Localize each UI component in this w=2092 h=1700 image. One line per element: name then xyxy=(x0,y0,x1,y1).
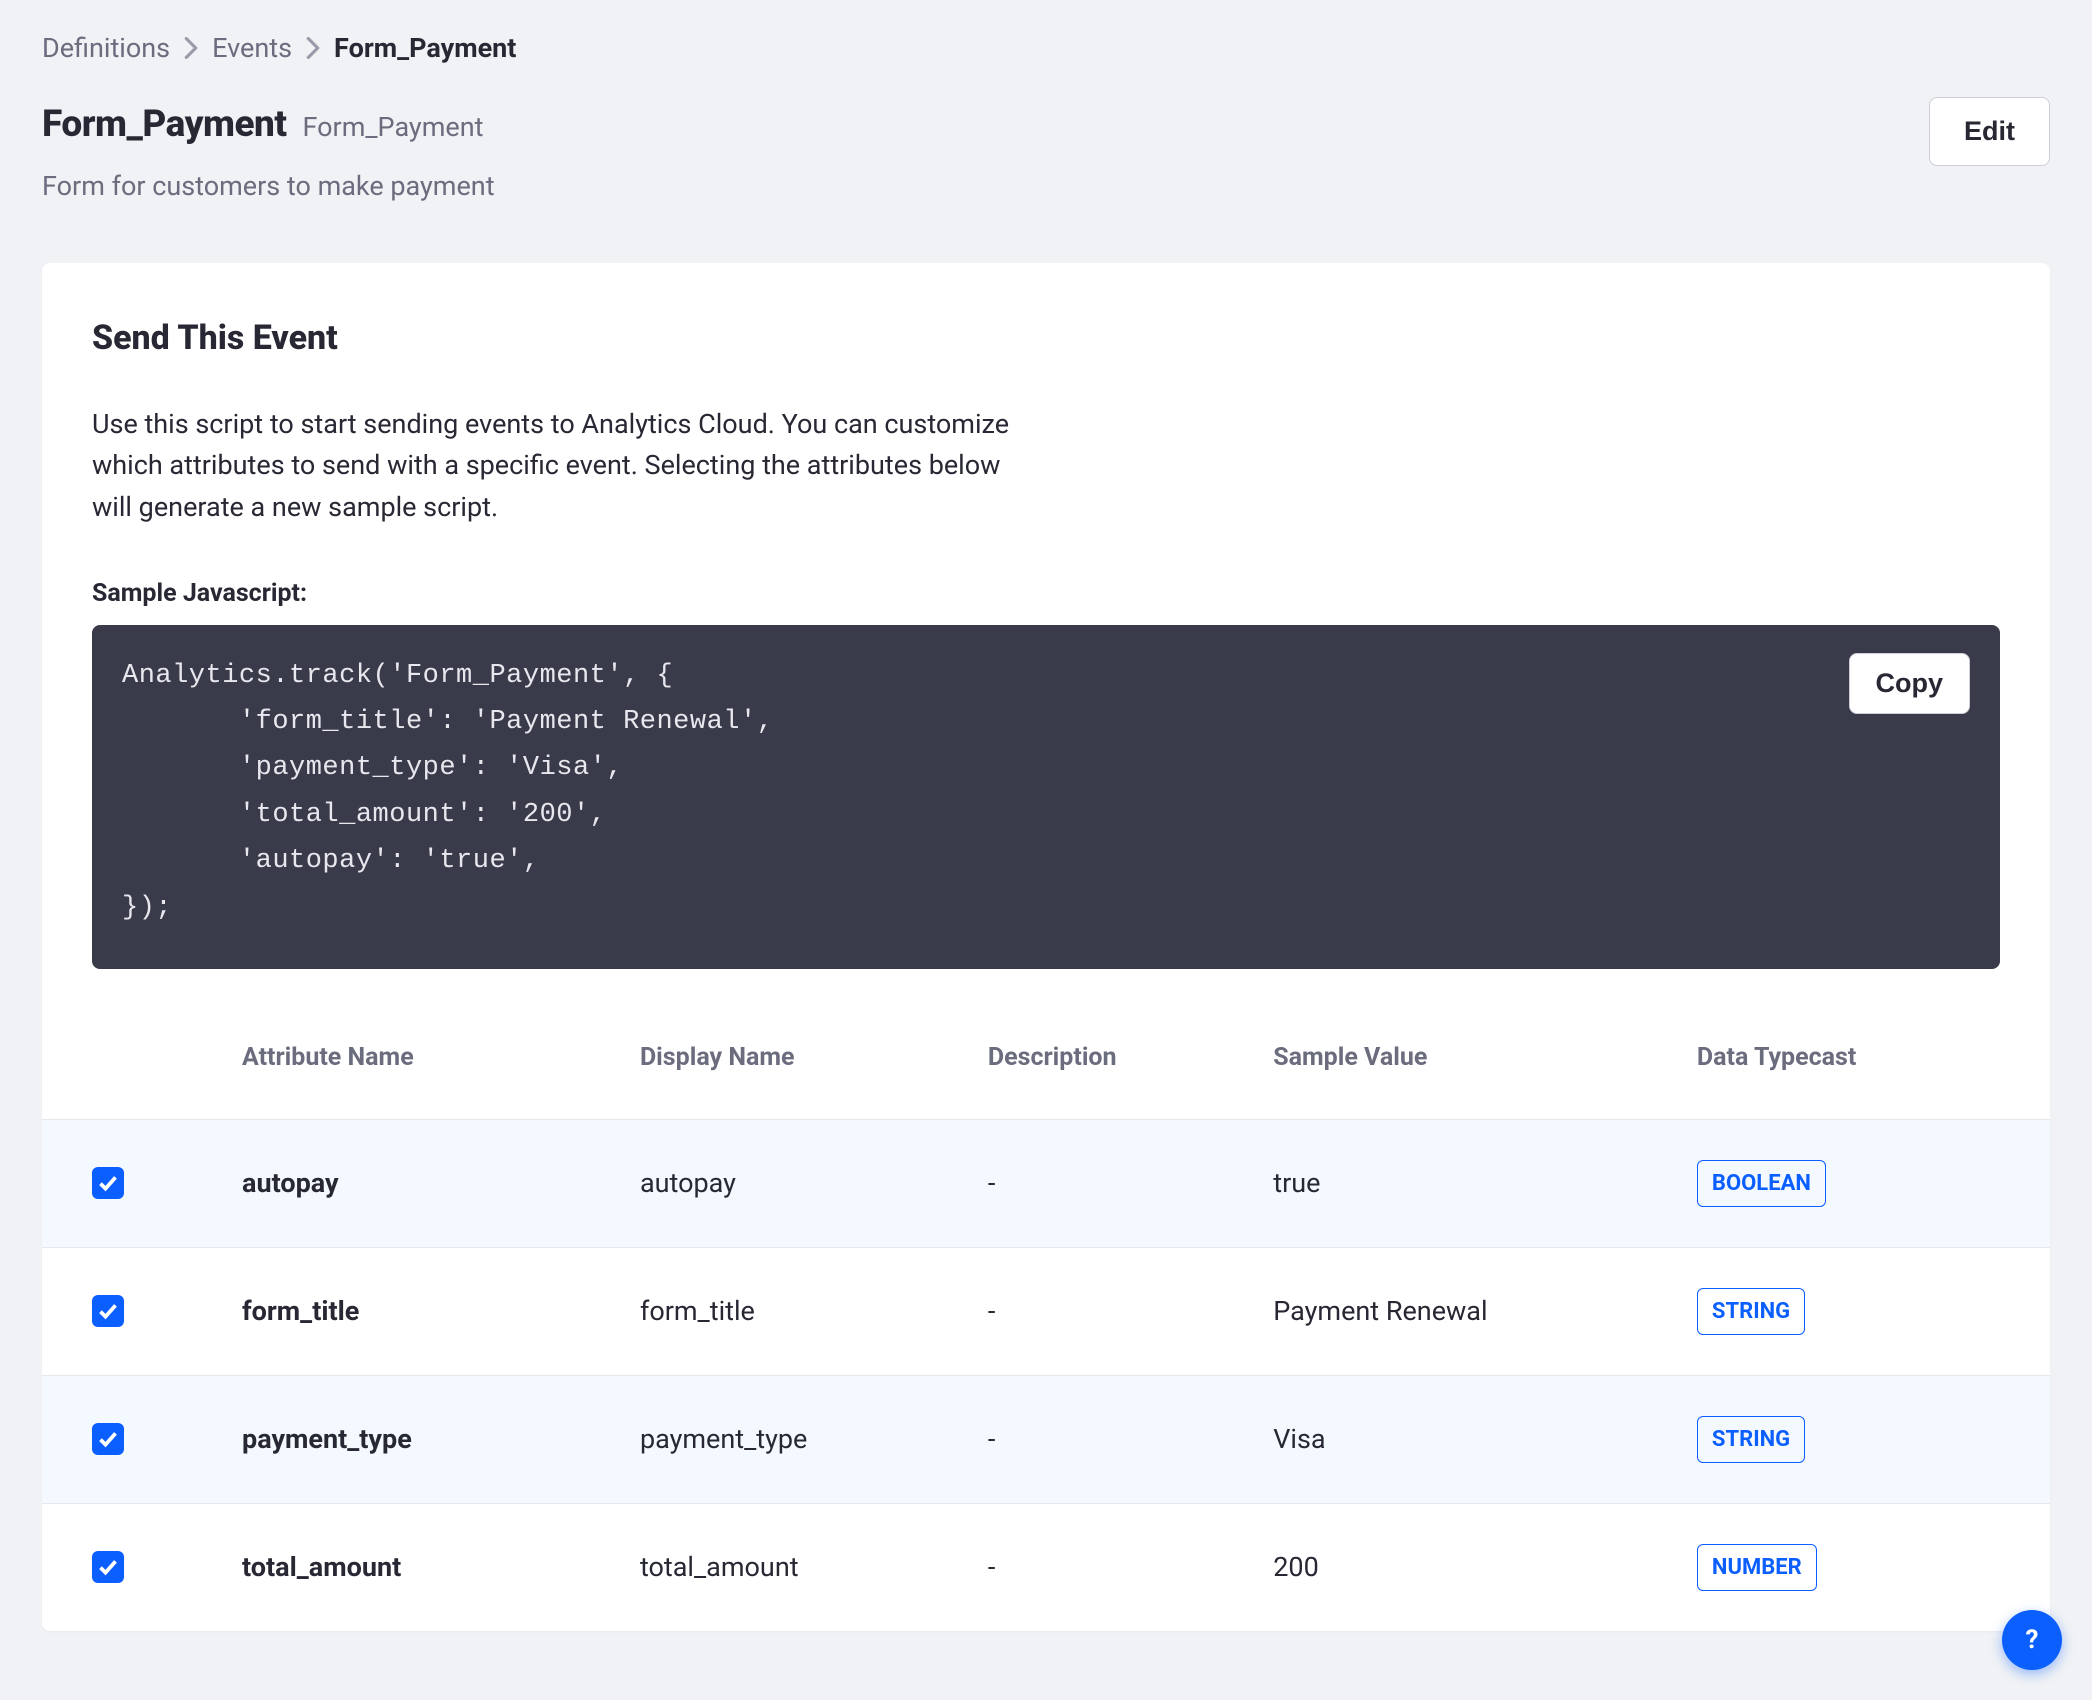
cell-attribute-name: total_amount xyxy=(148,1503,616,1631)
table-row: form_titleform_title-Payment RenewalSTRI… xyxy=(42,1247,2050,1375)
breadcrumb-definitions[interactable]: Definitions xyxy=(42,28,170,69)
panel-description: Use this script to start sending events … xyxy=(92,404,1012,530)
edit-button[interactable]: Edit xyxy=(1929,97,2050,166)
type-badge: BOOLEAN xyxy=(1697,1160,1826,1207)
row-checkbox[interactable] xyxy=(92,1167,124,1199)
breadcrumb: Definitions Events Form_Payment xyxy=(42,28,2050,69)
breadcrumb-current: Form_Payment xyxy=(334,28,516,69)
cell-attribute-name: autopay xyxy=(148,1119,616,1247)
cell-sample-value: true xyxy=(1249,1119,1673,1247)
type-badge: STRING xyxy=(1697,1416,1805,1463)
send-event-panel: Send This Event Use this script to start… xyxy=(42,263,2050,1631)
table-row: payment_typepayment_type-VisaSTRING xyxy=(42,1375,2050,1503)
cell-attribute-name: payment_type xyxy=(148,1375,616,1503)
cell-description: - xyxy=(964,1375,1249,1503)
page-header: Form_Payment Form_Payment Form for custo… xyxy=(42,97,2050,207)
panel-title: Send This Event xyxy=(92,313,2000,364)
col-header-attr: Attribute Name xyxy=(148,1021,616,1119)
help-button[interactable]: ? xyxy=(2002,1610,2062,1670)
cell-display-name: total_amount xyxy=(616,1503,964,1631)
breadcrumb-events[interactable]: Events xyxy=(212,28,292,69)
row-checkbox[interactable] xyxy=(92,1423,124,1455)
page-title: Form_Payment xyxy=(42,97,287,153)
cell-sample-value: Payment Renewal xyxy=(1249,1247,1673,1375)
cell-sample-value: Visa xyxy=(1249,1375,1673,1503)
table-row: autopayautopay-trueBOOLEAN xyxy=(42,1119,2050,1247)
attributes-table: Attribute Name Display Name Description … xyxy=(42,1021,2050,1631)
sample-js-label: Sample Javascript: xyxy=(92,575,2000,613)
page-title-inline-sub: Form_Payment xyxy=(303,107,484,148)
cell-display-name: form_title xyxy=(616,1247,964,1375)
table-row: total_amounttotal_amount-200NUMBER xyxy=(42,1503,2050,1631)
type-badge: NUMBER xyxy=(1697,1544,1817,1591)
page-description: Form for customers to make payment xyxy=(42,166,495,207)
cell-description: - xyxy=(964,1503,1249,1631)
row-checkbox[interactable] xyxy=(92,1295,124,1327)
cell-description: - xyxy=(964,1247,1249,1375)
code-content[interactable]: Analytics.track('Form_Payment', { 'form_… xyxy=(122,653,1970,932)
col-header-check xyxy=(42,1021,148,1119)
cell-display-name: autopay xyxy=(616,1119,964,1247)
chevron-right-icon xyxy=(184,37,198,59)
cell-sample-value: 200 xyxy=(1249,1503,1673,1631)
chevron-right-icon xyxy=(306,37,320,59)
cell-display-name: payment_type xyxy=(616,1375,964,1503)
type-badge: STRING xyxy=(1697,1288,1805,1335)
row-checkbox[interactable] xyxy=(92,1551,124,1583)
copy-button[interactable]: Copy xyxy=(1849,653,1971,714)
col-header-sample: Sample Value xyxy=(1249,1021,1673,1119)
col-header-type: Data Typecast xyxy=(1673,1021,2050,1119)
col-header-display: Display Name xyxy=(616,1021,964,1119)
cell-attribute-name: form_title xyxy=(148,1247,616,1375)
col-header-desc: Description xyxy=(964,1021,1249,1119)
cell-description: - xyxy=(964,1119,1249,1247)
code-block: Copy Analytics.track('Form_Payment', { '… xyxy=(92,625,2000,970)
